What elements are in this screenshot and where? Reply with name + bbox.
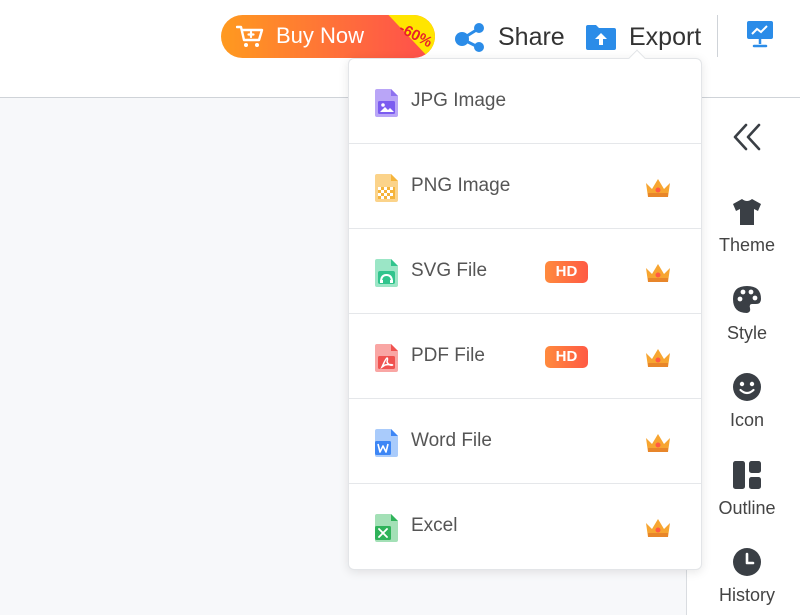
hd-badge: HD	[545, 261, 588, 283]
clock-icon	[733, 548, 761, 576]
side-item-label: History	[718, 585, 775, 605]
shirt-icon	[733, 199, 761, 225]
side-item-icon[interactable]: Icon	[706, 371, 788, 447]
png-file-icon	[375, 174, 398, 202]
export-svg-item[interactable]: SVG File HD	[349, 229, 701, 314]
hd-badge: HD	[545, 346, 588, 368]
crown-icon	[646, 349, 670, 367]
menu-item-label: PNG Image	[411, 175, 511, 196]
export-folder-icon	[586, 25, 616, 50]
svg-file-icon	[375, 259, 398, 287]
share-label: Share	[498, 22, 565, 51]
export-label: Export	[629, 22, 702, 51]
collapse-panel-icon[interactable]	[730, 121, 764, 153]
export-pdf-item[interactable]: PDF File HD	[349, 314, 701, 399]
export-png-item[interactable]: PNG Image	[349, 144, 701, 229]
menu-item-label: Excel	[411, 515, 458, 536]
menu-item-label: Word File	[411, 430, 492, 451]
excel-file-icon	[375, 514, 398, 542]
buy-now-button[interactable]: Buy Now -60%	[221, 15, 435, 58]
buy-now-label: Buy Now	[276, 23, 365, 48]
menu-item-label: SVG File	[411, 260, 488, 281]
side-item-label: Theme	[718, 235, 776, 255]
export-excel-item[interactable]: Excel	[349, 484, 701, 569]
share-button[interactable]: Share	[454, 18, 565, 56]
crown-icon	[646, 519, 670, 537]
crown-icon	[646, 264, 670, 282]
word-file-icon	[375, 429, 398, 457]
smiley-icon	[733, 373, 761, 401]
export-jpg-item[interactable]: JPG Image	[349, 59, 701, 144]
side-item-style[interactable]: Style	[706, 284, 788, 360]
side-item-history[interactable]: History	[706, 546, 788, 615]
side-item-label: Style	[726, 323, 768, 343]
crown-icon	[646, 179, 670, 197]
shopping-cart-icon	[236, 25, 264, 47]
toolbar-divider	[717, 15, 718, 57]
side-item-outline[interactable]: Outline	[706, 459, 788, 535]
crown-icon	[646, 434, 670, 452]
jpg-file-icon	[375, 89, 398, 117]
menu-item-label: JPG Image	[411, 90, 507, 111]
presentation-icon[interactable]	[744, 18, 776, 50]
pdf-file-icon	[375, 344, 398, 372]
side-item-label: Outline	[718, 498, 776, 518]
palette-icon	[733, 286, 761, 313]
menu-item-label: PDF File	[411, 345, 485, 366]
side-item-label: Icon	[729, 410, 765, 430]
side-item-theme[interactable]: Theme	[706, 196, 788, 272]
share-icon	[455, 23, 484, 52]
export-button[interactable]: Export	[585, 18, 701, 56]
export-word-item[interactable]: Word File	[349, 399, 701, 484]
outline-layout-icon	[733, 461, 761, 489]
export-dropdown-menu: JPG Image PNG Image SVG File HD PDF File…	[348, 49, 702, 570]
